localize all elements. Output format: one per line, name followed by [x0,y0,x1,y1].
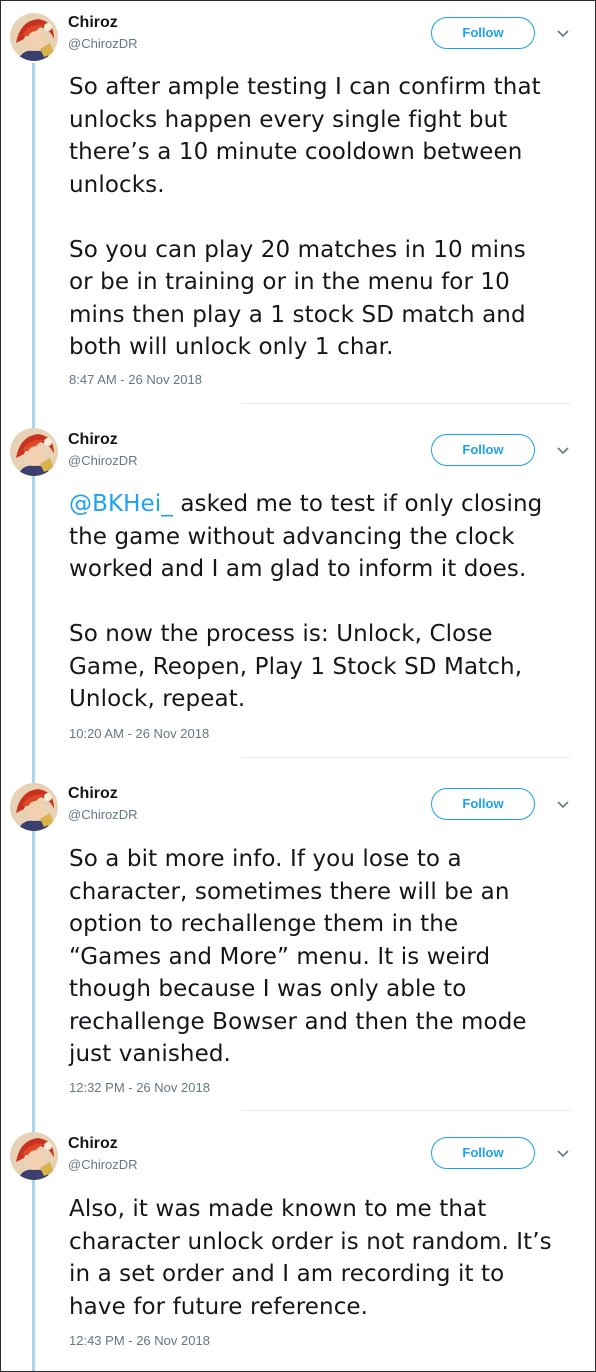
tweet-text-line: Game, Reopen, Play 1 Stock SD Match, [69,653,523,680]
user-handle[interactable]: @ChirozDR [68,807,138,823]
paragraph-break [69,586,589,619]
user-handle[interactable]: @ChirozDR [68,36,138,52]
user-handle[interactable]: @ChirozDR [68,1157,138,1173]
tweet-text-line: worked and I am glad to inform it does. [69,556,527,582]
display-name[interactable]: Chiroz [68,14,118,32]
tweet-2: Chiroz @ChirozDR Follow @BKHei_ asked me… [1,418,595,773]
display-name[interactable]: Chiroz [68,431,118,449]
chevron-down-icon[interactable] [556,29,570,39]
tweet-text-line: in a set order and I am recording it to [69,1261,505,1287]
tweet-timestamp[interactable]: 12:32 PM - 26 Nov 2018 [69,1080,210,1096]
tweet-text-line: unlocks. [69,171,165,198]
chevron-down-icon[interactable] [556,446,570,456]
follow-button[interactable]: Follow [431,788,535,820]
tweet-text-line: character unlock order is not random. It… [69,1228,552,1255]
tweet-4: Chiroz @ChirozDR Follow Also, it was mad… [1,1127,595,1371]
follow-button[interactable]: Follow [431,1137,535,1169]
tweet-text-line: rechallenge Bowser and then the mode [69,1008,527,1035]
tweet-text-line: though because I was only able to [69,976,467,1002]
follow-button[interactable]: Follow [431,17,535,49]
display-name[interactable]: Chiroz [68,785,118,803]
tweet-text-line: Also, it was made known to me that [69,1196,487,1222]
avatar[interactable] [10,428,58,476]
tweet-text-line: Unlock, repeat. [69,686,246,712]
tweet-3: Chiroz @ChirozDR Follow So a bit more in… [1,773,595,1127]
tweet-timestamp[interactable]: 10:20 AM - 26 Nov 2018 [69,726,209,742]
tweet-text-line: mins then play a 1 stock SD match and [69,301,526,328]
follow-button[interactable]: Follow [431,434,535,466]
tweet-text-line: unlocks happen every single fight but [69,106,508,133]
tweet-timestamp[interactable]: 12:43 PM - 26 Nov 2018 [69,1333,210,1349]
chevron-down-icon[interactable] [556,800,570,810]
tweet-text: So a bit more info. If you lose to a cha… [69,843,589,1071]
mention-link[interactable]: @BKHei_ [69,491,173,517]
tweet-text: @BKHei_ asked me to test if only closing… [69,488,589,716]
tweet-divider [241,403,571,404]
tweet-text-line: there’s a 10 minute cooldown between [69,139,523,165]
tweet-text-line: So a bit more info. If you lose to a [69,846,462,872]
tweet-text: So after ample testing I can confirm tha… [69,71,589,364]
avatar[interactable] [10,1132,58,1180]
tweet-text: Also, it was made known to me that chara… [69,1193,589,1323]
tweet-text-line: @BKHei_ asked me to test if only closing [69,488,589,521]
tweet-text-line: character, sometimes there will be an [69,878,510,905]
tweet-text-line: or be in training or in the menu for 10 [69,269,510,295]
tweet-text-line: So now the process is: Unlock, Close [69,621,493,647]
avatar[interactable] [10,13,58,61]
thread-connector [32,63,35,418]
tweet-text-line: So after ample testing I can confirm tha… [69,74,541,100]
tweet-text-line: “Games and More” menu. It is weird [69,943,491,970]
tweet-text-line: So you can play 20 matches in 10 mins [69,236,526,263]
tweet-text-line: have for future reference. [69,1293,369,1320]
tweet-text-line: the game without advancing the clock [69,523,515,550]
tweet-text-line: both will unlock only 1 char. [69,334,394,360]
tweet-text-segment: asked me to test if only closing [172,491,543,517]
user-handle[interactable]: @ChirozDR [68,453,138,469]
display-name[interactable]: Chiroz [68,1135,118,1153]
avatar[interactable] [10,783,58,831]
tweet-divider [241,757,571,758]
tweet-divider [241,1110,571,1111]
tweet-thread: Chiroz @ChirozDR Follow So after ample t… [0,0,596,1372]
chevron-down-icon[interactable] [556,1149,570,1159]
tweet-1: Chiroz @ChirozDR Follow So after ample t… [1,1,595,418]
tweet-timestamp[interactable]: 8:47 AM - 26 Nov 2018 [69,372,202,388]
tweet-text-line: just vanished. [69,1041,231,1067]
tweet-text-line: option to rechallenge them in the [69,911,459,937]
paragraph-break [69,201,589,234]
